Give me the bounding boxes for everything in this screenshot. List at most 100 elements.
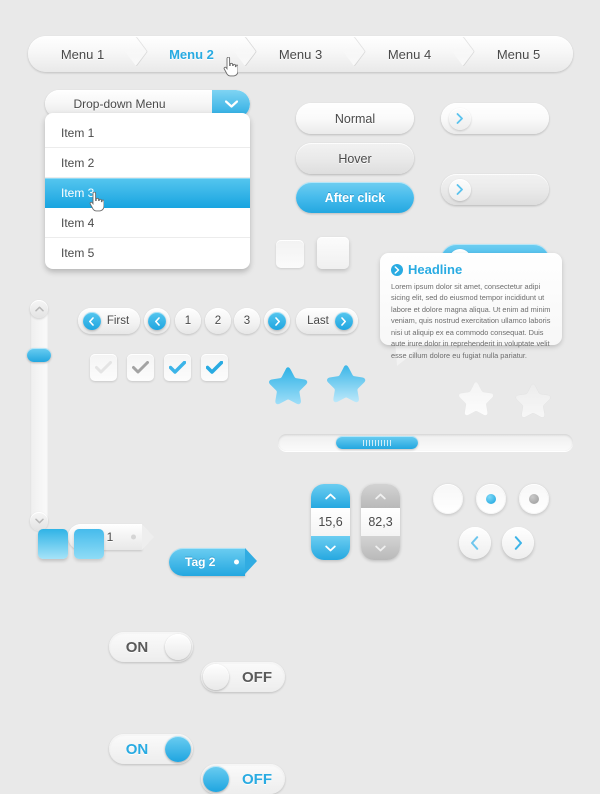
horizontal-scrollbar-thumb[interactable] <box>336 436 418 449</box>
pagination-next-button[interactable] <box>264 308 290 334</box>
tooltip-body-text: Lorem ipsum dolor sit amet, consectetur … <box>391 282 551 360</box>
vertical-scrollbar-track[interactable] <box>27 300 51 530</box>
toggle-off-grey[interactable]: OFF <box>201 662 285 692</box>
dropdown-item-2[interactable]: Item 2 <box>45 148 250 178</box>
blue-square-swatch-2[interactable] <box>74 529 104 559</box>
chevron-right-icon <box>268 312 286 330</box>
toggle-on-grey[interactable]: ON <box>109 632 193 662</box>
chevron-down-icon <box>325 545 336 551</box>
grip-line <box>390 439 391 446</box>
dropdown-item-label: Item 4 <box>61 216 95 230</box>
stepper-decrement-button[interactable] <box>361 536 400 560</box>
checkbox-blue-bold[interactable] <box>201 354 228 381</box>
tag-2[interactable]: Tag 2 <box>169 548 257 576</box>
chevron-right-icon <box>449 178 471 201</box>
chevron-up-icon <box>325 493 336 499</box>
check-icon <box>132 360 149 373</box>
chevron-up-icon <box>34 306 44 312</box>
menu-item-4[interactable]: Menu 4 <box>355 36 464 72</box>
pagination-last-button[interactable]: Last <box>296 308 358 334</box>
button-after-click[interactable]: After click <box>296 182 414 213</box>
pagination-page-3[interactable]: 3 <box>234 308 260 334</box>
radio-empty[interactable] <box>433 484 463 514</box>
dropdown-item-label: Item 3 <box>61 186 95 200</box>
chevron-right-circle-icon <box>391 263 403 276</box>
menu-item-label: Menu 2 <box>169 46 214 62</box>
round-prev-button[interactable] <box>459 527 491 559</box>
star-grey-icon[interactable] <box>513 382 553 420</box>
round-next-button[interactable] <box>502 527 534 559</box>
menu-item-1[interactable]: Menu 1 <box>28 36 137 72</box>
toggle-knob[interactable] <box>203 766 229 792</box>
tag-hole <box>131 534 136 540</box>
grip-line <box>363 439 364 446</box>
stepper-value[interactable]: 15,6 <box>311 508 350 536</box>
tooltip-headline-label: Headline <box>408 262 463 277</box>
menu-item-3[interactable]: Menu 3 <box>246 36 355 72</box>
toggle-knob[interactable] <box>203 664 229 690</box>
star-grey-icon[interactable] <box>456 380 496 418</box>
dropdown-item-4[interactable]: Item 4 <box>45 208 250 238</box>
grip-line <box>384 439 385 446</box>
square-swatch-flat[interactable] <box>276 240 304 268</box>
grip-line <box>381 439 382 446</box>
tooltip-callout: Headline Lorem ipsum dolor sit amet, con… <box>380 253 562 360</box>
vertical-scrollbar-thumb[interactable] <box>27 348 51 362</box>
radio-dot <box>529 494 539 504</box>
grip-line <box>372 439 373 446</box>
toggle-off-blue[interactable]: OFF <box>201 764 285 794</box>
chevron-right-icon <box>449 107 471 130</box>
menu-item-5[interactable]: Menu 5 <box>464 36 573 72</box>
radio-selected-blue[interactable] <box>476 484 506 514</box>
toggle-label: OFF <box>242 668 272 686</box>
pagination-page-1[interactable]: 1 <box>175 308 201 334</box>
button-normal[interactable]: Normal <box>296 103 414 134</box>
dropdown-label: Drop-down Menu <box>73 97 166 111</box>
checkbox-blue[interactable] <box>164 354 191 381</box>
pagination-page-label: 3 <box>243 315 251 327</box>
grip-line <box>378 439 379 446</box>
arrow-button-hover[interactable] <box>441 174 549 205</box>
tag-hole <box>234 559 239 565</box>
radio-selected-grey[interactable] <box>519 484 549 514</box>
star-blue-icon[interactable] <box>324 363 368 405</box>
button-hover[interactable]: Hover <box>296 143 414 174</box>
checkbox-faint[interactable] <box>90 354 117 381</box>
main-menu-bar: Menu 1 Menu 2 Menu 3 Menu 4 Menu 5 <box>28 36 573 72</box>
horizontal-scrollbar-track[interactable] <box>278 434 573 451</box>
pagination-last-label: Last <box>307 315 329 327</box>
stepper-grey: 82,3 <box>361 484 400 560</box>
toggle-label: OFF <box>242 770 272 788</box>
dropdown-item-list: Item 1 Item 2 Item 3 Item 4 Item 5 <box>45 113 250 269</box>
scroll-down-button[interactable] <box>30 512 48 530</box>
stepper-increment-button[interactable] <box>361 484 400 508</box>
stepper-decrement-button[interactable] <box>311 536 350 560</box>
tag-label: Tag 2 <box>185 555 216 569</box>
toggle-label: ON <box>125 638 149 656</box>
pagination-page-label: 1 <box>184 315 192 327</box>
toggle-knob[interactable] <box>165 736 191 762</box>
stepper-value[interactable]: 82,3 <box>361 508 400 536</box>
dropdown-item-1[interactable]: Item 1 <box>45 118 250 148</box>
chevron-down-icon <box>375 545 386 551</box>
arrow-button-normal[interactable] <box>441 103 549 134</box>
stepper-increment-button[interactable] <box>311 484 350 508</box>
checkbox-grey[interactable] <box>127 354 154 381</box>
dropdown-item-3[interactable]: Item 3 <box>45 178 250 208</box>
pagination-page-2[interactable]: 2 <box>205 308 231 334</box>
blue-square-swatch-1[interactable] <box>38 529 68 559</box>
dropdown-item-label: Item 2 <box>61 156 95 170</box>
dropdown-item-5[interactable]: Item 5 <box>45 238 250 268</box>
star-blue-icon[interactable] <box>266 365 310 407</box>
square-swatch-raised[interactable] <box>317 237 349 269</box>
chevron-right-icon <box>334 312 353 330</box>
pagination-prev-button[interactable] <box>144 308 170 334</box>
radio-dot <box>486 494 496 504</box>
toggle-knob[interactable] <box>165 634 191 660</box>
menu-item-2[interactable]: Menu 2 <box>137 36 246 72</box>
scroll-up-button[interactable] <box>30 300 48 318</box>
grip-line <box>366 439 367 446</box>
pagination-first-button[interactable]: First <box>78 308 140 334</box>
toggle-on-blue[interactable]: ON <box>109 734 193 764</box>
chevron-left-icon <box>148 312 166 330</box>
